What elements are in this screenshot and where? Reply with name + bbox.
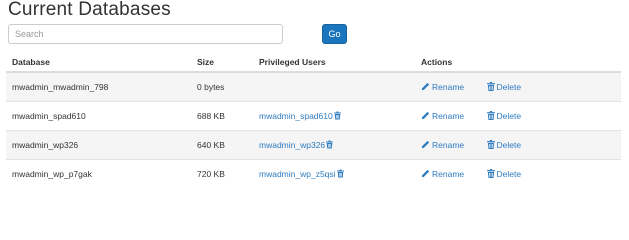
remove-user-trash-icon[interactable] [326,140,334,149]
trash-icon [486,82,495,91]
privileged-user-link[interactable]: mwadmin_wp326 [259,140,325,150]
table-body: mwadmin_mwadmin_798 0 bytes Rename Delet… [6,71,621,188]
pencil-icon [421,169,430,178]
pencil-icon [421,82,430,91]
rename-button[interactable]: Rename [421,140,464,150]
database-name: mwadmin_spad610 [6,101,191,131]
table-header-row: Database Size Privileged Users Actions [6,52,621,73]
table-row: mwadmin_wp326 640 KB mwadmin_wp326 Renam… [6,130,621,160]
column-header-privileged-users: Privileged Users [253,52,415,73]
trash-icon [486,111,495,120]
privileged-users-cell: mwadmin_wp326 [253,130,415,160]
pencil-icon [421,111,430,120]
column-header-size[interactable]: Size [191,52,253,73]
database-size: 720 KB [191,159,253,188]
database-name: mwadmin_mwadmin_798 [6,71,191,102]
column-header-actions: Actions [415,52,621,73]
database-name: mwadmin_wp_p7gak [6,159,191,188]
delete-label: Delete [496,111,522,121]
databases-table: Database Size Privileged Users Actions m… [6,52,621,188]
privileged-users-cell [253,71,415,102]
column-header-database[interactable]: Database [6,52,191,73]
trash-icon [486,169,495,178]
delete-label: Delete [496,82,522,92]
remove-user-trash-icon[interactable] [336,169,344,178]
rename-label: Rename [432,82,465,92]
search-input[interactable] [8,24,283,44]
database-size: 688 KB [191,101,253,131]
actions-cell: Rename Delete [415,71,621,102]
trash-icon [486,140,495,149]
delete-button[interactable]: Delete [486,169,522,179]
delete-button[interactable]: Delete [486,111,522,121]
pencil-icon [421,140,430,149]
rename-button[interactable]: Rename [421,82,464,92]
rename-button[interactable]: Rename [421,111,464,121]
database-name: mwadmin_wp326 [6,130,191,160]
table-row: mwadmin_mwadmin_798 0 bytes Rename Delet… [6,71,621,102]
remove-user-trash-icon[interactable] [333,111,341,120]
delete-label: Delete [496,169,522,179]
page-title: Current Databases [8,0,171,20]
delete-label: Delete [496,140,522,150]
rename-label: Rename [432,111,465,121]
actions-cell: Rename Delete [415,159,621,188]
table-row: mwadmin_wp_p7gak 720 KB mwadmin_wp_z5qsi… [6,159,621,188]
table-row: mwadmin_spad610 688 KB mwadmin_spad610 R… [6,101,621,131]
privileged-users-cell: mwadmin_spad610 [253,101,415,131]
page: Current Databases Go Database Size Privi… [0,0,629,204]
rename-label: Rename [432,169,465,179]
privileged-user-link[interactable]: mwadmin_spad610 [259,111,333,121]
rename-button[interactable]: Rename [421,169,464,179]
privileged-users-cell: mwadmin_wp_z5qsi [253,159,415,188]
database-size: 0 bytes [191,71,253,102]
actions-cell: Rename Delete [415,130,621,160]
delete-button[interactable]: Delete [486,82,522,92]
rename-label: Rename [432,140,465,150]
actions-cell: Rename Delete [415,101,621,131]
go-button[interactable]: Go [322,24,347,44]
database-size: 640 KB [191,130,253,160]
privileged-user-link[interactable]: mwadmin_wp_z5qsi [259,169,336,179]
delete-button[interactable]: Delete [486,140,522,150]
